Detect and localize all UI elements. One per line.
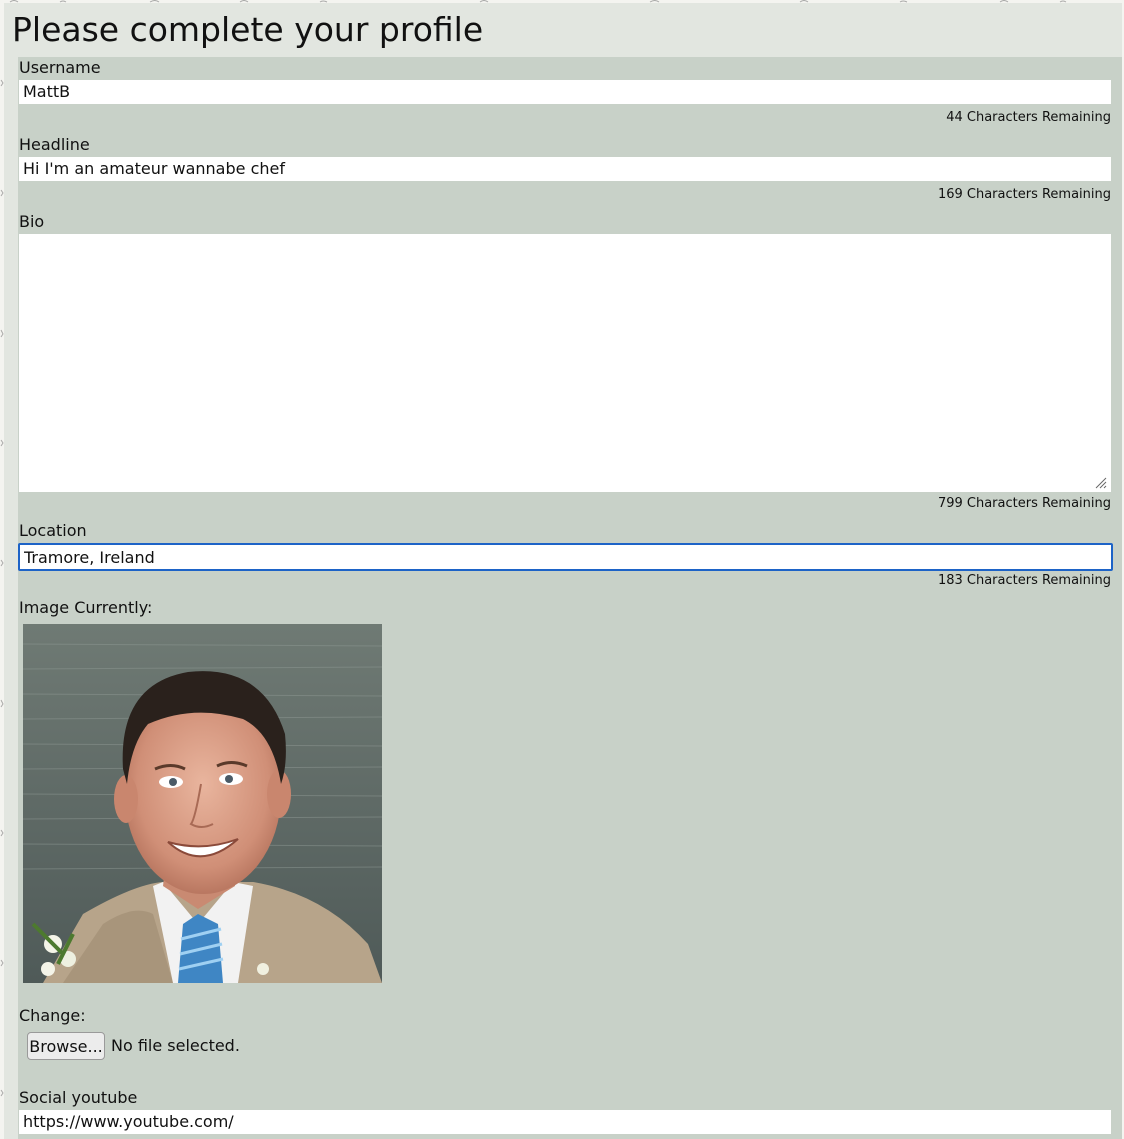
bio-label: Bio: [19, 212, 45, 231]
page-title: Please complete your profile: [12, 10, 484, 49]
profile-form: Username 44 Characters Remaining Headlin…: [18, 57, 1122, 1139]
browse-file-button[interactable]: Browse...: [27, 1032, 105, 1060]
bio-textarea[interactable]: [19, 234, 1111, 492]
location-input[interactable]: [18, 543, 1113, 571]
bio-textarea-wrapper: [19, 234, 1111, 492]
file-status-text: No file selected.: [111, 1036, 240, 1055]
profile-page: Please complete your profile Username 44…: [4, 3, 1122, 1139]
image-change-label: Change:: [19, 1006, 86, 1025]
bio-char-counter: 799 Characters Remaining: [937, 496, 1111, 511]
username-char-counter: 44 Characters Remaining: [946, 110, 1111, 125]
headline-label: Headline: [19, 135, 90, 154]
headline-input[interactable]: [19, 157, 1111, 181]
username-input[interactable]: [19, 80, 1111, 104]
resize-grip-icon[interactable]: [1095, 477, 1107, 489]
social-youtube-input[interactable]: [19, 1110, 1111, 1134]
image-current-label: Image Currently:: [19, 598, 153, 617]
location-char-counter: 183 Characters Remaining: [937, 573, 1111, 588]
profile-photo: [23, 624, 382, 983]
username-label: Username: [19, 58, 101, 77]
location-label: Location: [19, 521, 87, 540]
headline-char-counter: 169 Characters Remaining: [937, 187, 1111, 202]
social-youtube-label: Social youtube: [19, 1088, 138, 1107]
